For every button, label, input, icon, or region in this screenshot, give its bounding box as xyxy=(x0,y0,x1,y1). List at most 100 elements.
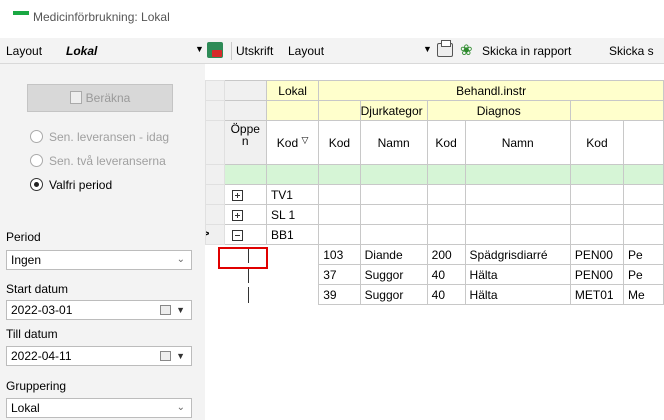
radio-two-deliveries[interactable]: Sen. två leveranserna xyxy=(30,154,166,168)
cell-namn[interactable]: Diande xyxy=(359,244,428,265)
filter-cell[interactable] xyxy=(464,164,571,185)
filter-cell[interactable] xyxy=(359,164,428,185)
table-row[interactable]: 103 Diande 200 Spädgrisdiarré PEN00 Pe xyxy=(206,244,664,265)
header-lokal[interactable]: Lokal xyxy=(265,80,320,101)
start-date-field[interactable]: 2022-03-01 ▼ xyxy=(6,300,192,320)
cell-kod[interactable]: 37 xyxy=(318,264,361,285)
utskrift-combo[interactable]: Layout xyxy=(288,44,324,58)
expand-plus-icon[interactable] xyxy=(231,189,243,201)
header-diagnos[interactable]: Diagnos xyxy=(426,100,571,121)
collapse-minus-icon[interactable] xyxy=(231,229,243,241)
header-cell xyxy=(223,80,267,101)
filter-cell[interactable] xyxy=(623,164,664,185)
col-namn[interactable]: Namn xyxy=(359,120,428,165)
header-cell xyxy=(569,100,664,121)
layout-combo[interactable]: Lokal xyxy=(66,44,97,58)
grouping-select[interactable]: Lokal ⌄ xyxy=(6,398,192,418)
cell-diag-kod[interactable]: 40 xyxy=(426,264,466,285)
col-diagnos-namn[interactable]: Namn xyxy=(464,120,571,165)
data-grid: Lokal Behandl.instr Djurkategor Diagnos … xyxy=(205,80,664,420)
cell-kod[interactable]: 103 xyxy=(318,244,361,265)
cell-diag-namn[interactable]: Spädgrisdiarré xyxy=(464,244,571,265)
cell-more[interactable]: Me xyxy=(623,284,664,305)
filter-cell[interactable] xyxy=(265,164,320,185)
cell-kod[interactable]: 39 xyxy=(318,284,361,305)
radio-custom-period[interactable]: Valfri period xyxy=(30,178,112,192)
cell-namn[interactable]: Suggor xyxy=(359,264,428,285)
dropdown-arrow-icon[interactable]: ▼ xyxy=(176,303,185,317)
cell-more[interactable]: Pe xyxy=(623,244,664,265)
app-icon xyxy=(13,11,29,15)
printer-icon[interactable] xyxy=(437,40,453,57)
cell-diag-kod[interactable]: 200 xyxy=(426,244,466,265)
radio-icon[interactable] xyxy=(30,130,43,143)
chevron-down-icon[interactable]: ⌄ xyxy=(177,401,185,415)
tree-line xyxy=(248,286,250,303)
cell-more[interactable]: Pe xyxy=(623,264,664,285)
start-date-label: Start datum xyxy=(6,282,69,296)
period-select[interactable]: Ingen ⌄ xyxy=(6,250,192,270)
cell-diag-namn[interactable]: Hälta xyxy=(464,284,571,305)
expand-cell[interactable] xyxy=(223,184,267,205)
utskrift-label: Utskrift xyxy=(236,44,274,58)
cell-namn[interactable]: Suggor xyxy=(359,284,428,305)
period-value: Ingen xyxy=(11,253,42,267)
filter-cell[interactable] xyxy=(569,164,625,185)
header-cell xyxy=(265,100,320,121)
header-djurkategori[interactable]: Djurkategor xyxy=(359,100,428,121)
col-kod[interactable]: Kod xyxy=(318,120,361,165)
table-row[interactable]: 39 Suggor 40 Hälta MET01 Me xyxy=(206,284,664,305)
end-date-field[interactable]: 2022-04-11 ▼ xyxy=(6,346,192,366)
cell-diag-kod[interactable]: 40 xyxy=(426,284,466,305)
filter-icon[interactable]: ▽ xyxy=(302,135,309,145)
calendar-icon[interactable] xyxy=(160,351,171,361)
calculator-icon xyxy=(69,91,82,104)
group-cell[interactable]: BB1 xyxy=(265,224,320,245)
cell-med-kod[interactable]: PEN00 xyxy=(569,244,625,265)
group-cell[interactable]: TV1 xyxy=(265,184,320,205)
title-bar: Medicinförbrukning: Lokal xyxy=(0,0,664,34)
col-oppen[interactable]: Öppe n xyxy=(223,120,267,165)
table-row[interactable]: 37 Suggor 40 Hälta PEN00 Pe xyxy=(206,264,664,285)
grouping-label: Gruppering xyxy=(6,379,67,393)
utskrift-dropdown-icon[interactable]: ▼ xyxy=(423,44,432,54)
grid-table: Lokal Behandl.instr Djurkategor Diagnos … xyxy=(205,80,664,305)
window-title: Medicinförbrukning: Lokal xyxy=(33,10,170,24)
dropdown-arrow-icon[interactable]: ▼ xyxy=(176,349,185,363)
export-pdf-icon[interactable] xyxy=(207,42,223,58)
cell-med-kod[interactable]: MET01 xyxy=(569,284,625,305)
expand-cell[interactable] xyxy=(223,224,267,245)
filter-cell[interactable] xyxy=(223,164,267,185)
header-cell xyxy=(623,120,664,165)
submit-report-button[interactable]: Skicka in rapport xyxy=(482,44,571,58)
submit-second-button[interactable]: Skicka s xyxy=(609,44,654,58)
header-cell xyxy=(318,100,361,121)
chevron-down-icon[interactable]: ⌄ xyxy=(177,253,185,267)
toolbar-separator xyxy=(231,42,232,60)
radio-checked-icon[interactable] xyxy=(30,178,43,191)
header-behandl[interactable]: Behandl.instr xyxy=(318,80,664,101)
cell-diag-namn[interactable]: Hälta xyxy=(464,264,571,285)
cell-med-kod[interactable]: PEN00 xyxy=(569,264,625,285)
filter-cell[interactable] xyxy=(426,164,466,185)
row-header-current: > xyxy=(205,224,225,245)
start-date-value: 2022-03-01 xyxy=(11,303,73,317)
tree-line xyxy=(248,266,250,283)
radio-last-delivery-label: Sen. leveransen - idag xyxy=(49,130,170,144)
calendar-icon[interactable] xyxy=(160,305,171,315)
filter-cell[interactable] xyxy=(318,164,361,185)
header-cell xyxy=(223,100,267,121)
radio-last-delivery[interactable]: Sen. leveransen - idag xyxy=(30,130,169,144)
col-med-kod[interactable]: Kod xyxy=(569,120,625,165)
col-kod-lokal[interactable]: Kod ▽ xyxy=(265,120,320,165)
layout-dropdown-icon[interactable]: ▼ xyxy=(195,44,204,54)
expand-cell[interactable] xyxy=(223,204,267,225)
grouping-value: Lokal xyxy=(11,401,40,415)
calculate-button[interactable]: Beräkna xyxy=(27,84,173,112)
expand-plus-icon[interactable] xyxy=(231,209,243,221)
group-cell[interactable]: SL 1 xyxy=(265,204,320,225)
layout-label: Layout xyxy=(6,44,43,58)
col-diagnos-kod[interactable]: Kod xyxy=(426,120,466,165)
radio-icon[interactable] xyxy=(30,154,43,167)
toolbar: Layout Lokal ▼ Utskrift Layout ▼ ❀ Skick… xyxy=(0,38,664,64)
